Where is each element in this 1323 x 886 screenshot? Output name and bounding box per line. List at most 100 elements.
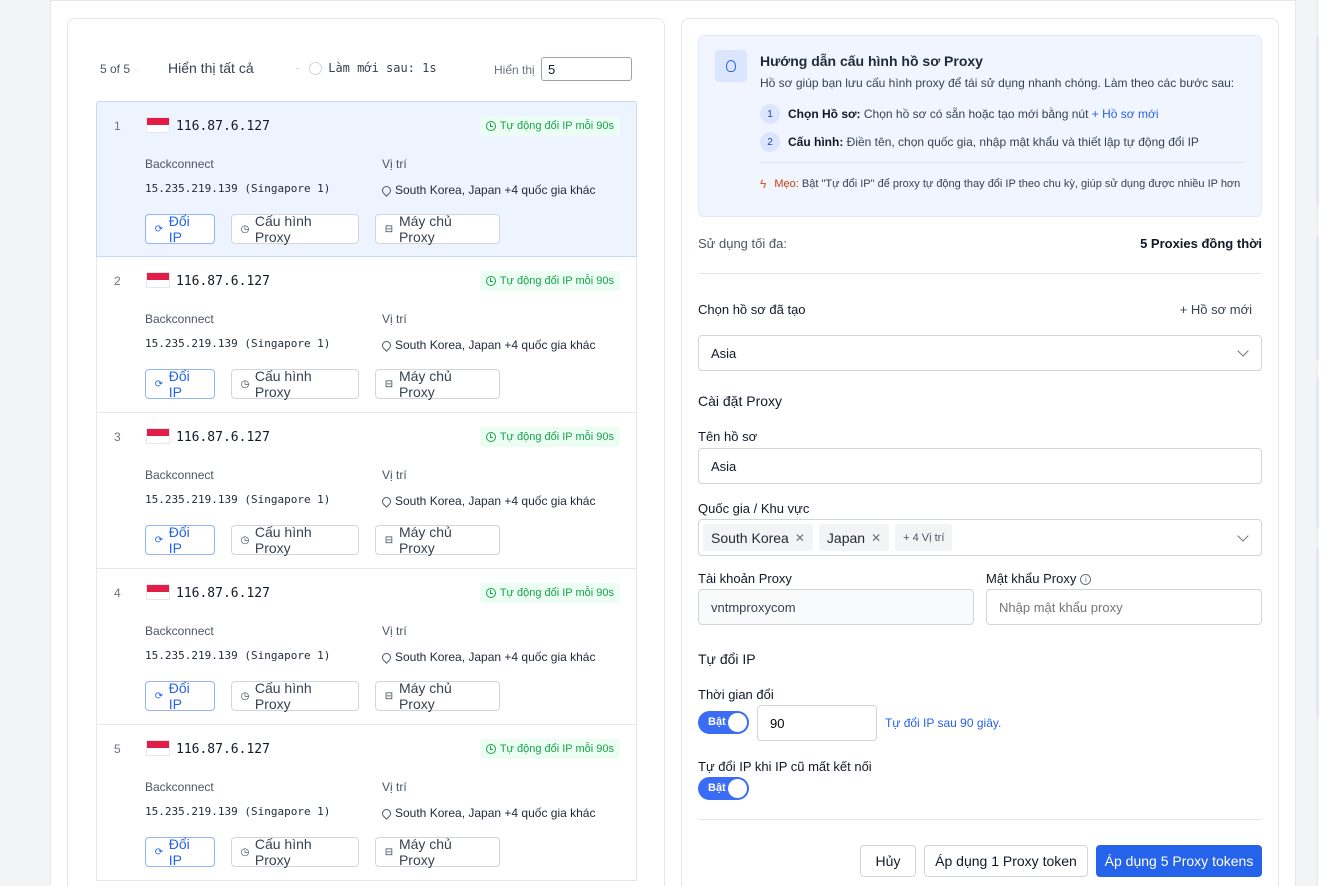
country-tag: Japan ✕ xyxy=(818,524,890,551)
auto-rotate-badge: Tự động đổi IP mỗi 90s xyxy=(479,583,620,603)
location-label: Vị trí xyxy=(382,780,407,794)
proxy-config-button[interactable]: ◷ Cấu hình Proxy xyxy=(231,524,359,556)
password-input[interactable] xyxy=(986,589,1262,625)
server-icon: ⊟ xyxy=(384,690,394,702)
clock-icon xyxy=(485,276,496,286)
refresh-icon: ⟳ xyxy=(154,534,164,546)
location-value: South Korea, Japan +4 quốc gia khác xyxy=(380,806,595,820)
proxy-server-button[interactable]: ⊟ Máy chủ Proxy xyxy=(375,524,500,556)
guide-step-2: 2 Cấu hình: Điền tên, chọn quốc gia, nhậ… xyxy=(760,132,1199,152)
location-label: Vị trí xyxy=(382,468,407,482)
country-tag: South Korea ✕ xyxy=(703,524,813,551)
country-multiselect[interactable]: South Korea ✕ Japan ✕ + 4 Vị trí xyxy=(698,519,1262,556)
row-number: 1 xyxy=(114,119,121,133)
account-input[interactable] xyxy=(698,589,974,625)
proxy-ip: 116.87.6.127 xyxy=(176,274,270,289)
cancel-button[interactable]: Hủy xyxy=(860,845,916,877)
proxy-list: 1 116.87.6.127 Tự động đổi IP mỗi 90s Ba… xyxy=(96,101,637,881)
profile-select-label: Chọn hồ sơ đã tạo xyxy=(698,302,806,317)
new-profile-button[interactable]: + Hồ sơ mới xyxy=(1180,302,1252,317)
change-ip-button[interactable]: ⟳ Đổi IP xyxy=(145,836,215,868)
server-icon: ⊟ xyxy=(384,846,394,858)
info-icon: i xyxy=(1080,574,1092,586)
list-toolbar: 5 of 5 · Hiển thị tất cả - Làm mới sau: 1s… xyxy=(68,19,664,101)
proxy-row[interactable]: 5 116.87.6.127 Tự động đổi IP mỗi 90s Ba… xyxy=(96,725,637,881)
backconnect-value: 15.235.219.139 (Singapore 1) xyxy=(145,337,331,350)
location-value: South Korea, Japan +4 quốc gia khác xyxy=(380,183,595,197)
password-label: Mật khẩu Proxy i xyxy=(986,571,1092,586)
proxy-config-button[interactable]: ◷ Cấu hình Proxy xyxy=(231,680,359,712)
row-number: 4 xyxy=(114,586,121,600)
refresh-icon: ⟳ xyxy=(154,378,164,390)
interval-hint: Tự đổi IP sau 90 giây. xyxy=(885,716,1002,730)
close-icon[interactable]: ✕ xyxy=(795,531,805,545)
location-value: South Korea, Japan +4 quốc gia khác xyxy=(380,494,595,508)
show-all-button[interactable]: Hiển thị tất cả xyxy=(168,60,254,76)
location-value: South Korea, Japan +4 quốc gia khác xyxy=(380,338,595,352)
change-ip-button[interactable]: ⟳ Đổi IP xyxy=(145,524,215,556)
apply-five-button[interactable]: Áp dụng 5 Proxy tokens xyxy=(1096,845,1262,877)
refresh-icon: ⟳ xyxy=(154,690,164,702)
change-ip-button[interactable]: ⟳ Đổi IP xyxy=(145,680,215,712)
proxy-list-panel: 5 of 5 · Hiển thị tất cả - Làm mới sau: 1s… xyxy=(67,18,665,886)
guide-divider xyxy=(760,162,1245,163)
proxy-config-button[interactable]: ◷ Cấu hình Proxy xyxy=(231,836,359,868)
close-icon[interactable]: ✕ xyxy=(871,531,881,545)
proxy-row[interactable]: 4 116.87.6.127 Tự động đổi IP mỗi 90s Ba… xyxy=(96,569,637,725)
profile-select[interactable]: Asia xyxy=(698,335,1262,371)
singapore-flag-icon xyxy=(146,584,170,600)
show-label: Hiển thị xyxy=(494,63,535,77)
map-pin-icon xyxy=(380,338,393,352)
change-ip-button[interactable]: ⟳ Đổi IP xyxy=(145,213,215,245)
change-ip-button[interactable]: ⟳ Đổi IP xyxy=(145,368,215,400)
location-label: Vị trí xyxy=(382,157,407,171)
profile-name-input[interactable] xyxy=(698,448,1262,484)
chevron-down-icon xyxy=(1237,345,1249,357)
auto-rotate-badge: Tự động đổi IP mỗi 90s xyxy=(479,271,620,291)
map-pin-icon xyxy=(380,806,393,820)
spinner-icon xyxy=(309,61,323,75)
map-pin-icon xyxy=(380,494,393,508)
clock-icon xyxy=(485,744,496,754)
proxy-config-button[interactable]: ◷ Cấu hình Proxy xyxy=(231,368,359,400)
show-count-input[interactable] xyxy=(541,57,632,81)
interval-label: Thời gian đổi xyxy=(698,687,774,702)
proxy-server-button[interactable]: ⊟ Máy chủ Proxy xyxy=(375,368,500,400)
proxy-ip: 116.87.6.127 xyxy=(176,742,270,757)
proxy-server-button[interactable]: ⊟ Máy chủ Proxy xyxy=(375,836,500,868)
singapore-flag-icon xyxy=(146,117,170,133)
interval-toggle[interactable]: Bật xyxy=(698,711,749,734)
clock-icon: ◷ xyxy=(240,534,250,546)
location-label: Vị trí xyxy=(382,624,407,638)
proxy-ip: 116.87.6.127 xyxy=(176,430,270,445)
server-icon: ⊟ xyxy=(384,534,394,546)
country-label: Quốc gia / Khu vực xyxy=(698,501,810,516)
backconnect-value: 15.235.219.139 (Singapore 1) xyxy=(145,493,331,506)
guide-box: Hướng dẫn cấu hình hồ sơ Proxy Hồ sơ giú… xyxy=(698,35,1262,217)
backconnect-label: Backconnect xyxy=(145,312,214,326)
proxy-server-button[interactable]: ⊟ Máy chủ Proxy xyxy=(375,213,500,245)
refresh-icon: ⟳ xyxy=(154,223,164,235)
proxy-settings-title: Cài đặt Proxy xyxy=(698,393,783,409)
disconnect-toggle[interactable]: Bật xyxy=(698,777,749,800)
proxy-row[interactable]: 3 116.87.6.127 Tự động đổi IP mỗi 90s Ba… xyxy=(96,413,637,569)
lightbulb-icon xyxy=(715,50,747,82)
proxy-row[interactable]: 2 116.87.6.127 Tự động đổi IP mỗi 90s Ba… xyxy=(96,257,637,413)
account-label: Tài khoản Proxy xyxy=(698,571,792,586)
auto-rotate-badge: Tự động đổi IP mỗi 90s xyxy=(479,116,620,136)
auto-rotate-badge: Tự động đổi IP mỗi 90s xyxy=(479,427,620,447)
proxy-config-panel: Hướng dẫn cấu hình hồ sơ Proxy Hồ sơ giú… xyxy=(681,18,1279,886)
apply-one-button[interactable]: Áp dụng 1 Proxy token xyxy=(924,845,1088,877)
proxy-server-button[interactable]: ⊟ Máy chủ Proxy xyxy=(375,680,500,712)
lightning-icon: ϟ xyxy=(760,177,767,191)
proxy-config-button[interactable]: ◷ Cấu hình Proxy xyxy=(231,213,359,245)
backconnect-value: 15.235.219.139 (Singapore 1) xyxy=(145,649,331,662)
row-number: 3 xyxy=(114,430,121,444)
backconnect-value: 15.235.219.139 (Singapore 1) xyxy=(145,805,331,818)
new-profile-link[interactable]: + Hồ sơ mới xyxy=(1092,107,1159,121)
refresh-icon: ⟳ xyxy=(154,846,164,858)
proxy-ip: 116.87.6.127 xyxy=(176,586,270,601)
proxy-row[interactable]: 1 116.87.6.127 Tự động đổi IP mỗi 90s Ba… xyxy=(96,101,637,257)
backconnect-label: Backconnect xyxy=(145,780,214,794)
interval-input[interactable] xyxy=(757,705,877,741)
